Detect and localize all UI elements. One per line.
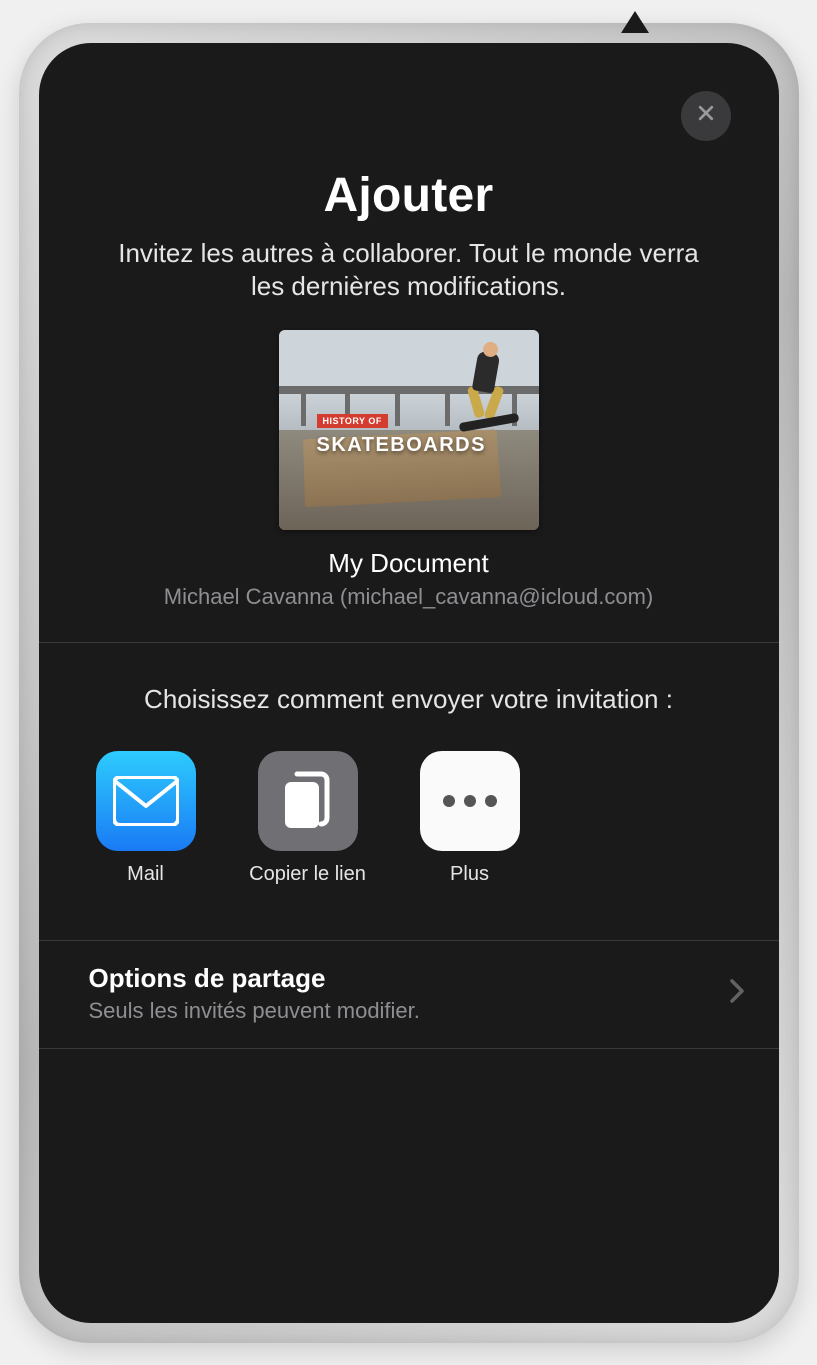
thumb-tag-big: SKATEBOARDS xyxy=(317,432,486,459)
share-via-mail[interactable]: Mail xyxy=(91,751,201,886)
share-copy-link[interactable]: Copier le lien xyxy=(253,751,363,886)
share-options-row[interactable]: Options de partage Seuls les invités peu… xyxy=(39,940,779,1049)
share-copy-label: Copier le lien xyxy=(249,863,366,886)
popover-frame: Ajouter Invitez les autres à collaborer.… xyxy=(19,23,799,1343)
add-people-panel: Ajouter Invitez les autres à collaborer.… xyxy=(39,43,779,1323)
divider xyxy=(39,642,779,643)
mail-icon xyxy=(96,751,196,851)
share-more[interactable]: Plus xyxy=(415,751,525,886)
invite-prompt: Choisissez comment envoyer votre invitat… xyxy=(39,683,779,717)
panel-title: Ajouter xyxy=(39,168,779,223)
close-icon xyxy=(696,103,716,128)
document-name: My Document xyxy=(328,548,488,579)
chevron-right-icon xyxy=(729,978,745,1009)
copy-link-icon xyxy=(258,751,358,851)
document-preview: HISTORY OF SKATEBOARDS My Document Micha… xyxy=(39,330,779,610)
panel-subtitle: Invitez les autres à collaborer. Tout le… xyxy=(39,237,779,305)
share-methods-row: Mail Copier le lien Plus xyxy=(39,751,779,886)
thumb-tag-small: HISTORY OF xyxy=(317,414,388,428)
more-icon xyxy=(420,751,520,851)
close-button[interactable] xyxy=(681,91,731,141)
share-options-detail: Seuls les invités peuvent modifier. xyxy=(89,998,420,1024)
document-thumbnail: HISTORY OF SKATEBOARDS xyxy=(279,330,539,530)
share-mail-label: Mail xyxy=(127,863,164,886)
share-options-title: Options de partage xyxy=(89,963,420,994)
share-more-label: Plus xyxy=(450,863,489,886)
document-owner: Michael Cavanna (michael_cavanna@icloud.… xyxy=(164,584,653,610)
